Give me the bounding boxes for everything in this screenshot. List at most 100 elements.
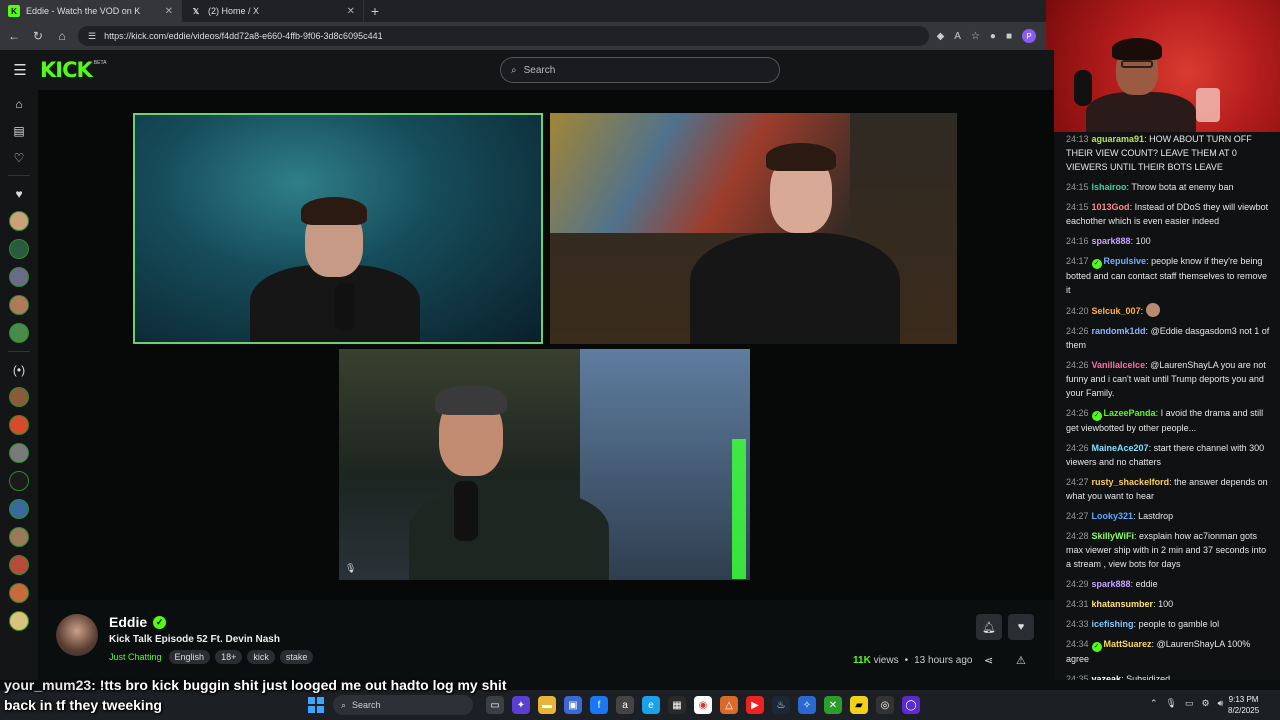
- tag-icon[interactable]: ◆: [937, 31, 945, 42]
- recommended-channel-avatar[interactable]: [9, 527, 29, 547]
- network-icon[interactable]: ⚙: [1202, 698, 1210, 709]
- close-icon[interactable]: ✕: [347, 6, 355, 17]
- follow-heart-button[interactable]: ♥: [1008, 614, 1034, 640]
- chat-username[interactable]: vazeak: [1092, 674, 1122, 680]
- recommended-channel-avatar[interactable]: [9, 471, 29, 491]
- chat-username[interactable]: spark888: [1092, 236, 1131, 246]
- search-icon: ⌕: [511, 64, 517, 76]
- chat-panel: 24:13 aguarama91: HOW ABOUT TURN OFF THEI…: [1054, 132, 1280, 680]
- star-icon[interactable]: ☆: [971, 31, 980, 42]
- chat-username[interactable]: SkillyWiFi: [1092, 531, 1134, 541]
- chat-username[interactable]: khatansumber: [1092, 599, 1154, 609]
- steam-icon[interactable]: ♨: [772, 696, 790, 714]
- chat-username[interactable]: 1013God: [1092, 202, 1130, 212]
- share-icon[interactable]: ⋖: [984, 654, 993, 667]
- home-icon[interactable]: ⌂: [54, 29, 70, 43]
- mic-icon[interactable]: 🎙︎: [1166, 698, 1177, 709]
- chat-timestamp: 24:20: [1066, 306, 1089, 316]
- back-arrow-icon[interactable]: ←: [6, 29, 22, 43]
- browser-tab-kick[interactable]: K Eddie - Watch the VOD on K ✕: [0, 0, 182, 22]
- kick-logo[interactable]: KICK: [40, 58, 93, 82]
- chevron-up-icon[interactable]: ⌃: [1150, 698, 1158, 709]
- chat-username[interactable]: aguarama91: [1092, 134, 1145, 144]
- tag-pill[interactable]: English: [168, 650, 211, 664]
- channel-name[interactable]: Eddie ✓: [109, 614, 167, 630]
- chat-username[interactable]: Repulsive: [1104, 256, 1147, 266]
- divider: [8, 351, 30, 352]
- followed-channel-avatar[interactable]: [9, 295, 29, 315]
- home-icon[interactable]: ⌂: [15, 90, 22, 117]
- recommended-channel-avatar[interactable]: [9, 387, 29, 407]
- reload-icon[interactable]: ↻: [30, 29, 46, 43]
- recommended-channel-avatar[interactable]: [9, 415, 29, 435]
- chat-username[interactable]: MattSuarez: [1104, 639, 1152, 649]
- app-icon[interactable]: △: [720, 696, 738, 714]
- app-icon[interactable]: ✧: [798, 696, 816, 714]
- search-input[interactable]: ⌕ Search: [500, 57, 780, 83]
- profile-avatar[interactable]: P: [1022, 29, 1036, 43]
- kick-favicon-icon: K: [8, 5, 20, 17]
- video-player[interactable]: 🎙︎: [38, 90, 1054, 600]
- chat-timestamp: 24:15: [1066, 202, 1089, 212]
- following-heart-icon[interactable]: ♡: [14, 144, 25, 171]
- channel-avatar[interactable]: [56, 614, 98, 656]
- recommended-channel-avatar[interactable]: [9, 611, 29, 631]
- sticky-notes-icon[interactable]: ▰: [850, 696, 868, 714]
- chat-username[interactable]: randomk1dd: [1092, 326, 1146, 336]
- xbox-icon[interactable]: ✕: [824, 696, 842, 714]
- category-link[interactable]: Just Chatting: [109, 652, 162, 662]
- chat-badge-icon: ✓: [1091, 259, 1102, 269]
- display-icon[interactable]: ▭: [1185, 698, 1194, 709]
- chat-username[interactable]: MaineAce207: [1092, 443, 1149, 453]
- chat-username[interactable]: spark888: [1092, 579, 1131, 589]
- followed-channel-avatar[interactable]: [9, 211, 29, 231]
- chat-username[interactable]: LazeePanda: [1104, 408, 1156, 418]
- new-tab-button[interactable]: +: [364, 3, 386, 19]
- browser-tab-x[interactable]: 𝕏 (2) Home / X ✕: [182, 0, 364, 22]
- chat-text: 100: [1135, 236, 1151, 246]
- edge-icon[interactable]: e: [642, 696, 660, 714]
- youtube-icon[interactable]: ▶: [746, 696, 764, 714]
- browse-icon[interactable]: ▤: [13, 117, 24, 144]
- facebook-icon[interactable]: f: [590, 696, 608, 714]
- read-aloud-icon[interactable]: A: [954, 31, 961, 42]
- side-rail: ⌂ ▤ ♡ ♥ (•): [0, 90, 38, 680]
- followed-channel-avatar[interactable]: [9, 323, 29, 343]
- chat-username[interactable]: lshairoo: [1092, 182, 1127, 192]
- tag-pill[interactable]: 18+: [215, 650, 243, 664]
- address-bar[interactable]: ☰ https://kick.com/eddie/videos/f4dd72a8…: [78, 26, 929, 46]
- app-icon[interactable]: ◯: [902, 696, 920, 714]
- followed-channel-avatar[interactable]: [9, 267, 29, 287]
- site-info-icon[interactable]: ☰: [88, 31, 96, 42]
- followed-channel-avatar[interactable]: [9, 239, 29, 259]
- extension-icon[interactable]: ●: [990, 31, 996, 42]
- chat-text: Throw bota at enemy ban: [1131, 182, 1234, 192]
- chat-username[interactable]: rusty_shackelford: [1092, 477, 1170, 487]
- menu-icon[interactable]: ☰: [0, 61, 40, 79]
- close-icon[interactable]: ✕: [165, 6, 173, 17]
- chat-username[interactable]: Selcuk_007: [1092, 306, 1141, 316]
- tag-pill[interactable]: stake: [279, 650, 314, 664]
- recommended-channel-avatar[interactable]: [9, 555, 29, 575]
- chat-username[interactable]: VanillaIcelce: [1092, 360, 1146, 370]
- view-stats: 11K views • 13 hours ago: [853, 655, 973, 666]
- report-warning-icon[interactable]: ⚠: [1016, 654, 1026, 667]
- chat-message: 24:35 vazeak: Subsidized: [1066, 672, 1272, 680]
- chrome-icon[interactable]: ◉: [694, 696, 712, 714]
- amazon-icon[interactable]: a: [616, 696, 634, 714]
- obs-icon[interactable]: ◎: [876, 696, 894, 714]
- chat-username[interactable]: Looky321: [1092, 511, 1134, 521]
- notification-bell-button[interactable]: 🔔︎: [976, 614, 1002, 640]
- calculator-icon[interactable]: ▦: [668, 696, 686, 714]
- taskbar-clock[interactable]: 9:13 PM 8/2/2025: [1228, 694, 1259, 716]
- recommended-channel-avatar[interactable]: [9, 499, 29, 519]
- chat-text: 100: [1158, 599, 1174, 609]
- extension-icon[interactable]: ■: [1006, 31, 1012, 42]
- recommended-channel-avatar[interactable]: [9, 443, 29, 463]
- volume-icon[interactable]: 🔊︎: [1218, 698, 1224, 709]
- chat-username[interactable]: icefishing: [1092, 619, 1134, 629]
- store-icon[interactable]: ▣: [564, 696, 582, 714]
- tag-pill[interactable]: kick: [247, 650, 275, 664]
- recommended-channel-avatar[interactable]: [9, 583, 29, 603]
- file-explorer-icon[interactable]: ▬: [538, 696, 556, 714]
